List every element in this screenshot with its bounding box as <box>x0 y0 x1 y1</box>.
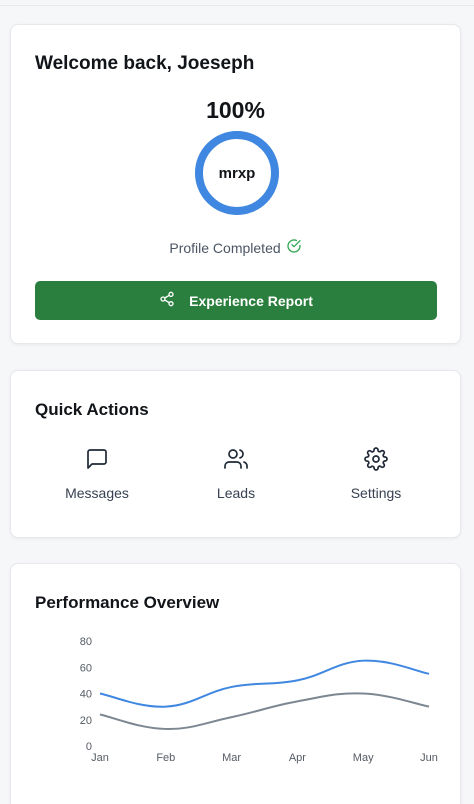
profile-status-text: Profile Completed <box>169 239 281 256</box>
check-circle-icon <box>286 238 302 257</box>
leads-action[interactable]: Leads <box>186 447 286 501</box>
performance-chart: 806040200Jan Feb Mar Apr May Jun <box>80 636 438 764</box>
settings-action[interactable]: Settings <box>326 447 426 501</box>
completion-percent: 100% <box>206 97 265 123</box>
y-tick-label: 60 <box>80 662 92 674</box>
profile-status: Profile Completed <box>11 238 460 257</box>
x-tick-label: Feb <box>156 752 175 764</box>
series-line-1 <box>99 659 430 708</box>
gear-icon <box>364 447 388 476</box>
y-tick-label: 20 <box>80 715 92 727</box>
x-tick-label: Mar <box>222 752 241 764</box>
settings-label: Settings <box>350 485 402 501</box>
experience-report-button[interactable]: Experience Report <box>35 281 437 320</box>
quick-actions-card: Quick Actions Messages Leads Settings <box>10 370 461 538</box>
ring-label: mrxp <box>218 164 256 182</box>
performance-card: Performance Overview 80 60 40 20 0 Jan Feb Mar A… <box>10 563 461 804</box>
x-tick-label: Jun <box>420 752 438 764</box>
top-bar <box>0 0 474 6</box>
series-line-2 <box>99 692 430 730</box>
welcome-card: Welcome back, Joeseph 100% mrxp Profile … <box>10 24 461 344</box>
quick-actions-title: Quick Actions <box>35 400 149 419</box>
x-tick-label: Apr <box>289 752 306 764</box>
messages-action[interactable]: Messages <box>47 447 147 501</box>
welcome-title: Welcome back, Joeseph <box>35 53 255 74</box>
experience-report-label: Experience Report <box>189 292 313 309</box>
messages-label: Messages <box>65 485 129 501</box>
leads-label: Leads <box>216 485 256 501</box>
users-icon <box>224 447 248 476</box>
y-tick-label: 80 <box>80 636 92 648</box>
x-tick-label: May <box>353 752 374 764</box>
performance-title: Performance Overview <box>35 593 220 612</box>
message-square-icon <box>85 447 109 476</box>
share-icon <box>159 291 175 310</box>
y-tick-label: 40 <box>80 689 92 701</box>
profile-progress-ring: mrxp <box>193 129 281 217</box>
x-tick-label: Jan <box>91 752 109 764</box>
